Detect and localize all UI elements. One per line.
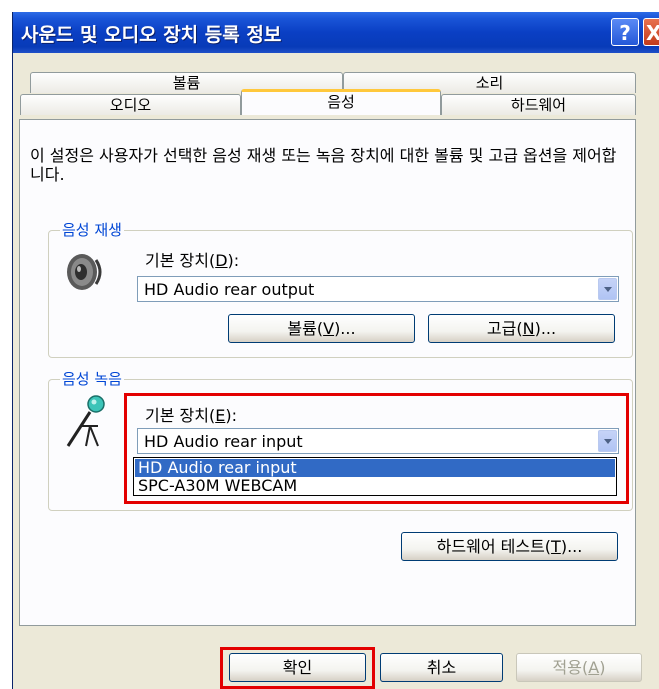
playback-device-select[interactable]: HD Audio rear output [137, 276, 619, 302]
help-icon: ? [619, 21, 631, 45]
tab-audio-label: 오디오 [109, 96, 152, 114]
tab-hardware[interactable]: 하드웨어 [441, 94, 636, 115]
help-button[interactable]: ? [611, 18, 639, 46]
highlight-box-ok [220, 647, 375, 689]
tab-volume-label: 볼륨 [172, 74, 201, 92]
playback-device-label: 기본 장치(D): [145, 251, 240, 270]
close-icon: X [646, 21, 659, 45]
microphone-icon [66, 395, 105, 447]
playback-group-label: 음성 재생 [60, 219, 124, 240]
tab-audio[interactable]: 오디오 [20, 94, 241, 115]
cancel-button[interactable]: 취소 [380, 653, 503, 682]
tab-sounds-label: 소리 [475, 74, 504, 92]
playback-volume-button[interactable]: 볼륨(V)... [228, 314, 415, 343]
playback-device-value: HD Audio rear output [144, 280, 315, 299]
tab-hardware-label: 하드웨어 [510, 96, 567, 114]
tab-voice-label: 음성 [327, 93, 355, 111]
window-title: 사운드 및 오디오 장치 등록 정보 [21, 24, 282, 46]
highlight-box-recording [124, 393, 629, 504]
close-button[interactable]: X [643, 18, 659, 46]
apply-button[interactable]: 적용(A) [516, 653, 642, 682]
speaker-icon [67, 254, 102, 290]
description-text: 이 설정은 사용자가 선택한 음성 재생 또는 녹음 장치에 대한 볼륨 및 고… [30, 146, 617, 184]
playback-advanced-button[interactable]: 고급(N)... [428, 314, 615, 343]
recording-group-label: 음성 녹음 [60, 368, 124, 389]
title-bar[interactable]: 사운드 및 오디오 장치 등록 정보 ? X [13, 12, 659, 53]
chevron-down-icon[interactable] [598, 278, 617, 300]
hardware-test-button[interactable]: 하드웨어 테스트(T)... [401, 532, 618, 561]
tab-voice[interactable]: 음성 [241, 89, 441, 115]
